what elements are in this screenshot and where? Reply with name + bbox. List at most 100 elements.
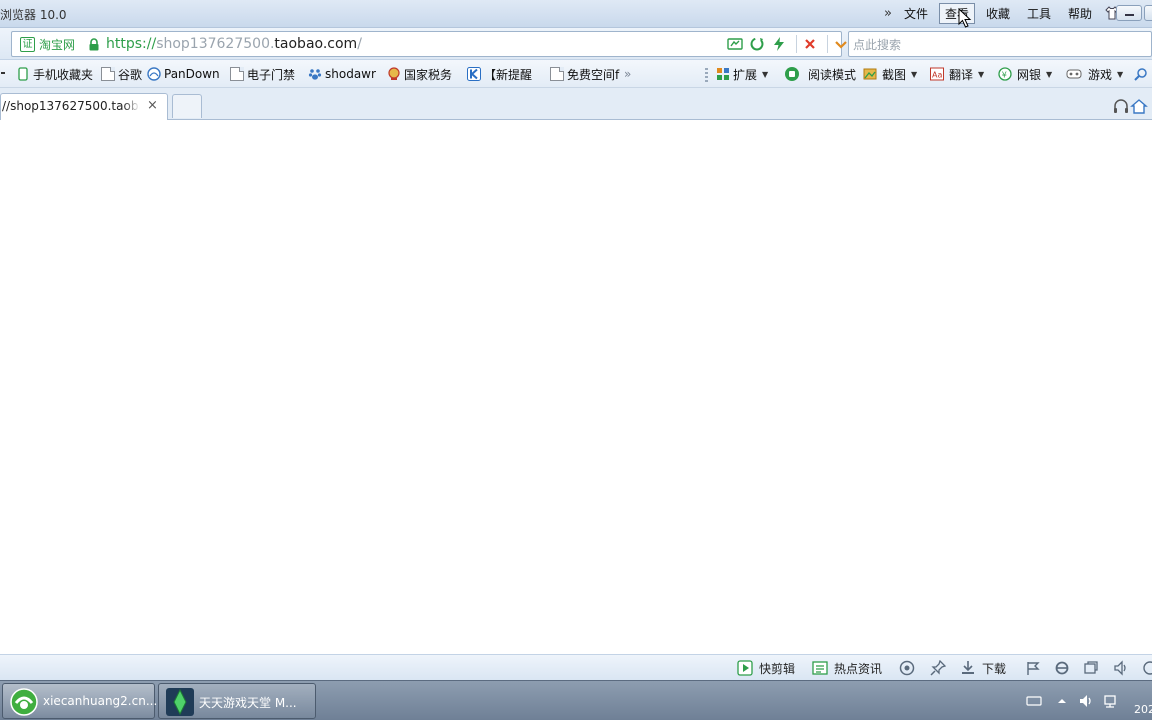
bookmark-shodawr[interactable]: shodawr bbox=[308, 65, 376, 83]
tool-screenshot[interactable]: 截图 ▼ bbox=[863, 65, 917, 83]
menu-favorites[interactable]: 收藏 bbox=[980, 3, 1016, 24]
status-bar: 快剪辑 热点资讯 下载 bbox=[0, 654, 1152, 680]
tool-reading-mode[interactable]: 阅读模式 bbox=[784, 65, 856, 83]
tool-games[interactable]: 游戏 ▼ bbox=[1066, 65, 1123, 83]
tray-expand-icon[interactable] bbox=[1054, 693, 1070, 709]
headphones-icon[interactable] bbox=[1112, 98, 1130, 114]
certificate-label: 淘宝网 bbox=[39, 38, 76, 52]
search-input[interactable] bbox=[853, 36, 1143, 54]
bookmark-pandown[interactable]: PanDown bbox=[147, 65, 220, 83]
bookmark-free-space[interactable]: 免费空间f bbox=[550, 65, 619, 83]
zoom-tool[interactable] bbox=[1134, 65, 1151, 83]
tool-extensions[interactable]: 扩展 ▼ bbox=[716, 65, 768, 83]
url-text[interactable]: https://shop137627500.taobao.com/ bbox=[106, 36, 362, 52]
taskbar-item-game[interactable]: 天天游戏天堂 M... bbox=[158, 683, 316, 719]
k-logo-icon bbox=[467, 67, 481, 81]
keyboard-icon[interactable] bbox=[1026, 693, 1042, 709]
page-icon bbox=[550, 67, 564, 81]
tool-translate[interactable]: Aa 翻译 ▼ bbox=[930, 65, 984, 83]
page-content[interactable] bbox=[0, 121, 1152, 654]
status-label: 快剪辑 bbox=[759, 661, 796, 676]
speed-icon[interactable] bbox=[899, 660, 915, 676]
bookmark-label: 免费空间f bbox=[567, 67, 620, 82]
window-title: 浏览器 10.0 bbox=[0, 8, 67, 22]
speedup-icon[interactable] bbox=[770, 35, 788, 53]
tool-label: 阅读模式 bbox=[808, 67, 857, 82]
video-clip-icon bbox=[737, 660, 753, 676]
caret-right-icon bbox=[1, 72, 5, 74]
refresh-icon[interactable] bbox=[748, 35, 766, 53]
home-icon[interactable] bbox=[1130, 98, 1148, 114]
ie-compat-icon[interactable] bbox=[1054, 660, 1070, 676]
game-logo-icon bbox=[166, 688, 194, 716]
status-label: 热点资讯 bbox=[834, 661, 883, 676]
tab-active[interactable]: //shop137627500.taobao.com/ × bbox=[0, 93, 168, 120]
menu-bar: » 文件 查看 收藏 工具 帮助 bbox=[884, 2, 1119, 24]
menu-file[interactable]: 文件 bbox=[898, 3, 934, 24]
stop-icon[interactable] bbox=[801, 35, 819, 53]
extensions-icon bbox=[717, 68, 729, 80]
tab-bar-tools bbox=[1112, 98, 1148, 114]
status-hot-news[interactable]: 热点资讯 bbox=[812, 659, 882, 677]
dropdown-arrow-icon: ▼ bbox=[911, 69, 918, 79]
news-icon bbox=[812, 661, 828, 675]
navigation-bar: 证 淘宝网 https://shop137627500.taobao.com/ bbox=[0, 28, 1152, 60]
bookmark-label: 【新提醒 bbox=[484, 67, 533, 82]
bookmarks-bar: 手机收藏夹 谷歌 PanDown 电子门禁 shodawr 国家税务 【新提醒 … bbox=[0, 60, 1152, 88]
dropdown-arrow-icon: ▼ bbox=[978, 69, 985, 79]
url-domain: taobao.com bbox=[274, 36, 358, 52]
speaker-icon[interactable] bbox=[1078, 693, 1094, 709]
tool-online-banking[interactable]: ¥ 网银 ▼ bbox=[998, 65, 1052, 83]
bookmark-label: 电子门禁 bbox=[247, 67, 296, 82]
tab-bar: //shop137627500.taobao.com/ × bbox=[0, 88, 1152, 120]
taskbar-clock[interactable]: 202 bbox=[1134, 703, 1152, 716]
bookmarks-menu-arrow[interactable] bbox=[0, 65, 9, 83]
tab-title: //shop137627500.taobao.com/ bbox=[2, 99, 140, 113]
minimize-button[interactable] bbox=[1116, 5, 1142, 21]
dropdown-arrow-icon: ▼ bbox=[762, 69, 769, 79]
bookmark-label: 谷歌 bbox=[118, 67, 143, 82]
volume-icon[interactable] bbox=[1113, 660, 1129, 676]
url-path: / bbox=[357, 36, 362, 52]
tab-close-button[interactable]: × bbox=[147, 98, 158, 113]
tool-label: 游戏 bbox=[1088, 67, 1113, 82]
bookmarks-overflow-button[interactable]: » bbox=[624, 65, 631, 83]
status-download[interactable]: 下载 bbox=[960, 659, 1006, 677]
network-icon[interactable] bbox=[1102, 693, 1118, 709]
bookmark-state-tax[interactable]: 国家税务 bbox=[387, 65, 452, 83]
address-bar[interactable]: 证 淘宝网 https://shop137627500.taobao.com/ bbox=[11, 31, 847, 57]
bookmark-google[interactable]: 谷歌 bbox=[101, 65, 142, 83]
tax-emblem-icon bbox=[388, 67, 400, 80]
page-icon bbox=[101, 67, 115, 81]
tool-label: 截图 bbox=[882, 67, 907, 82]
menu-overflow-button[interactable]: » bbox=[884, 6, 892, 21]
menu-help[interactable]: 帮助 bbox=[1062, 3, 1098, 24]
lock-icon bbox=[89, 38, 99, 51]
url-subdomain: shop137627500. bbox=[156, 36, 275, 52]
paw-icon bbox=[308, 69, 322, 80]
screenshot-icon bbox=[863, 68, 877, 80]
bookmark-mobile-favorites[interactable]: 手机收藏夹 bbox=[16, 65, 93, 83]
zoom-level-icon[interactable] bbox=[1142, 660, 1152, 676]
url-protocol: https:// bbox=[106, 36, 157, 52]
banking-icon: ¥ bbox=[998, 67, 1012, 81]
page-mode-icon[interactable] bbox=[726, 35, 744, 53]
pin-icon[interactable] bbox=[930, 660, 946, 676]
flag-icon[interactable] bbox=[1025, 660, 1041, 676]
bookmark-label: shodawr bbox=[325, 67, 376, 81]
toolbar-grip[interactable] bbox=[705, 68, 708, 82]
bookmark-new-reminder[interactable]: 【新提醒 bbox=[467, 65, 532, 83]
certificate-badge[interactable]: 证 淘宝网 bbox=[20, 36, 75, 53]
gamepad-icon bbox=[1066, 69, 1082, 79]
browser-logo-icon bbox=[10, 688, 38, 716]
windows-icon[interactable] bbox=[1083, 660, 1099, 676]
dropdown-arrow-icon: ▼ bbox=[1117, 69, 1124, 79]
status-quick-clip[interactable]: 快剪辑 bbox=[737, 659, 795, 677]
menu-tools[interactable]: 工具 bbox=[1021, 3, 1057, 24]
taskbar-item-browser[interactable]: xiecanhuang2.cn... bbox=[2, 683, 157, 719]
maximize-button[interactable] bbox=[1144, 5, 1152, 21]
certificate-icon: 证 bbox=[20, 37, 35, 52]
bookmark-electronic-access[interactable]: 电子门禁 bbox=[230, 65, 295, 83]
svg-text:¥: ¥ bbox=[1002, 71, 1007, 80]
new-tab-button[interactable] bbox=[172, 94, 202, 118]
